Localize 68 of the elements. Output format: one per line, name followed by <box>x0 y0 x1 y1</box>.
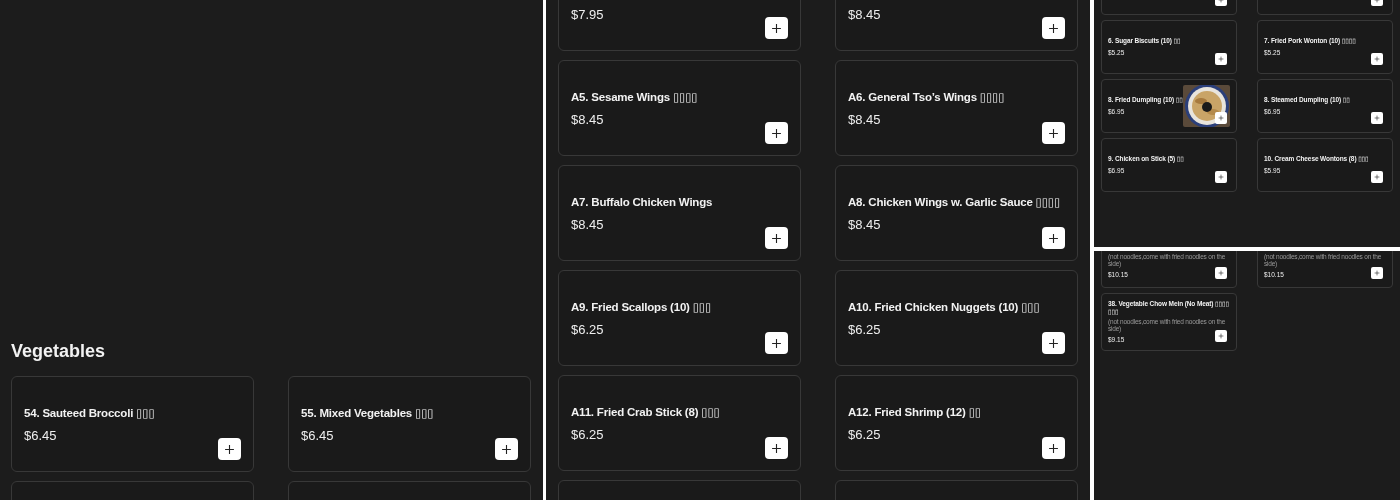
add-button[interactable] <box>1042 122 1065 144</box>
menu-card[interactable]: A9. Fried Scallops (10) ▯▯▯ $6.25 <box>558 270 801 366</box>
item-price: $6.25 <box>571 322 604 338</box>
add-button[interactable] <box>765 437 788 459</box>
plus-icon <box>1218 115 1224 121</box>
item-price: $6.25 <box>571 427 604 443</box>
item-name: A7. Buffalo Chicken Wings <box>571 195 714 210</box>
plus-icon <box>1374 270 1380 276</box>
item-name: A5. Sesame Wings ▯▯▯▯ <box>571 90 699 105</box>
menu-card[interactable]: 54. Sauteed Broccoli ▯▯▯ $6.45 <box>11 376 254 472</box>
item-name: 54. Sauteed Broccoli ▯▯▯ <box>24 406 156 421</box>
plus-icon <box>771 22 782 34</box>
plus-icon <box>501 443 512 455</box>
plus-icon <box>1048 442 1059 454</box>
item-price: $6.45 <box>24 428 57 444</box>
item-price: $6.45 <box>301 428 334 444</box>
item-price: $8.45 <box>848 217 881 233</box>
plus-icon <box>1218 270 1224 276</box>
item-name: A8. Chicken Wings w. Garlic Sauce ▯▯▯▯ <box>848 195 1062 210</box>
menu-card[interactable]: A12. Fried Shrimp (12) ▯▯ $6.25 <box>835 375 1078 471</box>
menu-card[interactable]: A7. Buffalo Chicken Wings $8.45 <box>558 165 801 261</box>
menu-card[interactable]: A8. Chicken Wings w. Garlic Sauce ▯▯▯▯ $8.45 <box>835 165 1078 261</box>
item-price: $8.45 <box>848 7 881 23</box>
plus-icon <box>1218 56 1224 62</box>
add-button[interactable] <box>1042 17 1065 39</box>
item-price: $7.95 <box>571 7 604 23</box>
item-price: $6.25 <box>848 427 881 443</box>
plus-icon <box>771 337 782 349</box>
menu-card[interactable]: A6. General Tso’s Wings ▯▯▯▯ $8.45 <box>835 60 1078 156</box>
add-button[interactable] <box>1042 227 1065 249</box>
plus-icon <box>1218 174 1224 180</box>
add-button[interactable] <box>1042 332 1065 354</box>
plus-icon <box>1374 115 1380 121</box>
item-name: A9. Fried Scallops (10) ▯▯▯ <box>571 300 713 315</box>
add-button[interactable] <box>765 122 788 144</box>
add-button[interactable] <box>1042 437 1065 459</box>
item-price: $8.45 <box>571 112 604 128</box>
menu-card[interactable]: A10. Fried Chicken Nuggets (10) ▯▯▯ $6.25 <box>835 270 1078 366</box>
item-price: $6.25 <box>848 322 881 338</box>
add-button[interactable] <box>218 438 241 460</box>
plus-icon <box>771 232 782 244</box>
item-name: A11. Fried Crab Stick (8) ▯▯▯ <box>571 405 721 420</box>
item-name: A10. Fried Chicken Nuggets (10) ▯▯▯ <box>848 300 1041 315</box>
item-price: $8.45 <box>848 112 881 128</box>
plus-icon <box>1048 127 1059 139</box>
menu-card[interactable]: A11. Fried Crab Stick (8) ▯▯▯ $6.25 <box>558 375 801 471</box>
plus-icon <box>1218 333 1224 339</box>
menu-card[interactable]: A5. Sesame Wings ▯▯▯▯ $8.45 <box>558 60 801 156</box>
plus-icon <box>1048 337 1059 349</box>
item-price: $8.45 <box>571 217 604 233</box>
plus-icon <box>1048 22 1059 34</box>
add-button[interactable] <box>765 332 788 354</box>
menu-card[interactable]: $8.45 <box>835 0 1078 51</box>
menu-card[interactable]: 55. Mixed Vegetables ▯▯▯ $6.45 <box>288 376 531 472</box>
add-button[interactable] <box>765 17 788 39</box>
plus-icon <box>1374 174 1380 180</box>
menu-card[interactable]: $7.95 <box>558 0 801 51</box>
add-button[interactable] <box>495 438 518 460</box>
plus-icon <box>1374 56 1380 62</box>
plus-icon <box>1048 232 1059 244</box>
add-button[interactable] <box>765 227 788 249</box>
section-heading: Vegetables <box>11 340 107 362</box>
item-name: A12. Fried Shrimp (12) ▯▯ <box>848 405 982 420</box>
item-name: A6. General Tso’s Wings ▯▯▯▯ <box>848 90 1006 105</box>
plus-icon <box>771 442 782 454</box>
item-name: 55. Mixed Vegetables ▯▯▯ <box>301 406 435 421</box>
plus-icon <box>224 443 235 455</box>
plus-icon <box>771 127 782 139</box>
